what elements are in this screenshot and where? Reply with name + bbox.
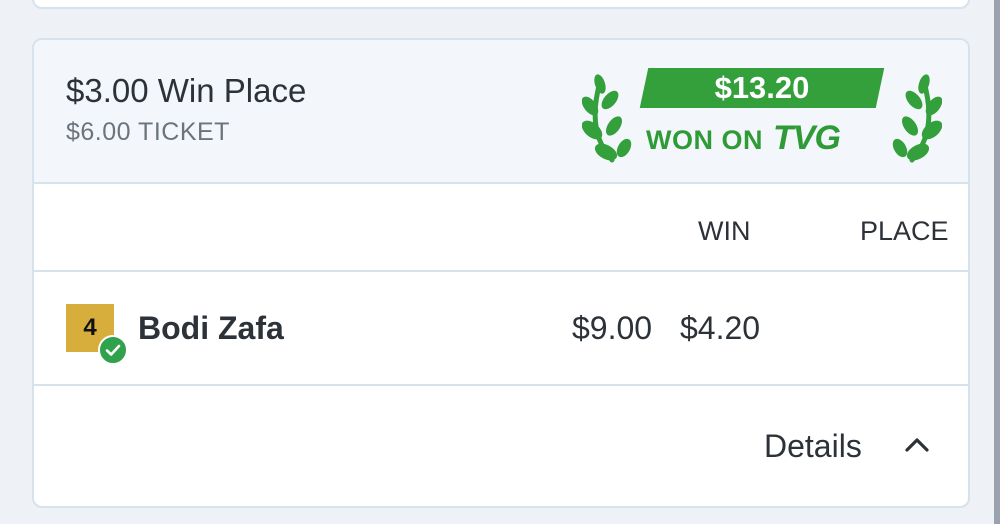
won-on-label: WON ON <box>646 125 763 155</box>
bet-card-header: $3.00 Win Place $6.00 TICKET $13.20 WON … <box>34 40 968 184</box>
details-row: Details <box>34 386 968 506</box>
win-amount: $13.20 <box>714 70 810 105</box>
bet-history-page: $3.00 Win Place $6.00 TICKET $13.20 WON … <box>0 0 1000 524</box>
scrollbar-edge <box>994 0 1000 524</box>
check-circle-icon <box>98 335 128 365</box>
bet-title: $3.00 Win Place <box>66 72 307 109</box>
win-payout: $9.00 <box>572 310 653 346</box>
details-toggle-button[interactable]: Details <box>764 424 944 468</box>
won-on-tvg-badge: $13.20 WON ON TVG <box>582 64 942 164</box>
tvg-logo: TVG <box>773 119 841 157</box>
won-on-label-group: WON ON TVG <box>646 119 841 157</box>
runner-name: Bodi Zafa <box>138 310 284 346</box>
bet-card: $3.00 Win Place $6.00 TICKET $13.20 WON … <box>32 38 970 508</box>
laurel-left-icon <box>582 74 632 163</box>
runner-row: 4 Bodi Zafa $9.00 $4.20 <box>34 272 968 386</box>
laurel-right-icon <box>892 74 942 163</box>
bet-ticket-amount: $6.00 TICKET <box>66 118 230 146</box>
win-column-header: WIN <box>698 216 751 246</box>
chevron-up-icon <box>905 438 929 452</box>
details-label: Details <box>764 428 862 464</box>
place-payout: $4.20 <box>680 310 761 346</box>
payout-column-headers: WIN PLACE <box>34 184 968 272</box>
previous-bet-card <box>32 0 970 9</box>
place-column-header: PLACE <box>860 216 949 246</box>
